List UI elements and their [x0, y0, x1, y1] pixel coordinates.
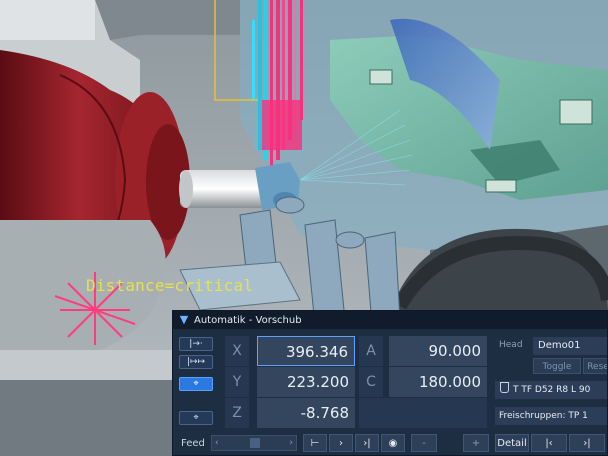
axis-z-label: Z [225, 398, 249, 428]
linear-move-button[interactable]: |→· [179, 337, 213, 351]
slider-left-arrow-icon: ‹ [215, 438, 219, 448]
operation-select[interactable]: Freischruppen: TP 1 [495, 407, 607, 425]
tool-name: T TF D52 R8 L 90 [513, 385, 591, 395]
axis-c-value[interactable]: 180.000 [389, 367, 487, 397]
axis-x-value[interactable]: 396.346 [257, 336, 355, 366]
axis-a-label: A [359, 336, 383, 366]
step-back-button[interactable]: ⊢ [303, 434, 327, 452]
workpiece-slot-2 [485, 179, 517, 193]
axis-c-label: C [359, 367, 383, 397]
axis-z-value[interactable]: -8.768 [257, 398, 355, 428]
target-icon: ⌖ [193, 413, 199, 423]
axis-y-value[interactable]: 223.200 [257, 367, 355, 397]
crosshair-mode-button[interactable]: ⌖ [179, 377, 213, 391]
minus-button[interactable]: - [411, 434, 437, 452]
crosshair-icon: ⌖ [193, 379, 199, 389]
workpiece-slot-3 [369, 69, 393, 85]
next-block-icon: ›| [583, 438, 591, 449]
next-end-icon: ›| [363, 438, 371, 449]
tool-icon [500, 382, 509, 393]
linear-move-icon: |→· [189, 339, 203, 349]
next-button[interactable]: › [329, 434, 353, 452]
workpiece-slot [559, 99, 593, 125]
toolpath-lines [252, 0, 303, 170]
step-back-icon: ⊢ [310, 438, 320, 449]
panel-title: Automatik - Vorschub [194, 314, 302, 326]
axis-a-value[interactable]: 90.000 [389, 336, 487, 366]
rapid-move-icon: |↦↦ [186, 357, 206, 367]
plus-button[interactable]: + [463, 434, 489, 452]
record-icon: ◉ [388, 438, 398, 449]
machine-housing-dark [95, 0, 240, 40]
next-end-button[interactable]: ›| [355, 434, 379, 452]
axis-y-label: Y [225, 367, 249, 397]
machine-housing-top [0, 0, 95, 40]
toggle-button[interactable]: Toggle [533, 358, 581, 374]
shaft-end [179, 170, 193, 208]
collision-warning-label: Distance=critical [86, 276, 254, 295]
automatik-panel: ▼ Automatik - Vorschub |→· |↦↦ ⌖ ⌖ X 396… [172, 310, 608, 456]
panel-titlebar[interactable]: ▼ Automatik - Vorschub [173, 311, 607, 329]
axis-x-label: X [225, 336, 249, 366]
feed-label: Feed [181, 438, 205, 449]
tool-select[interactable]: T TF D52 R8 L 90 [495, 381, 607, 399]
record-button[interactable]: ◉ [381, 434, 405, 452]
target-mode-button[interactable]: ⌖ [179, 411, 213, 425]
axis-empty-cell [359, 398, 487, 428]
rapid-move-button[interactable]: |↦↦ [179, 355, 213, 369]
app-logo-icon: ▼ [179, 313, 189, 326]
next-icon: › [339, 438, 343, 449]
feed-slider-knob[interactable] [250, 438, 261, 448]
next-block-button[interactable]: ›| [569, 434, 605, 452]
slider-right-arrow-icon: › [289, 438, 293, 448]
detail-button[interactable]: Detail [495, 434, 529, 452]
reset-button[interactable]: Rese [583, 358, 607, 374]
head-label: Head [499, 340, 523, 350]
prev-block-button[interactable]: |‹ [531, 434, 567, 452]
head-select[interactable]: Demo01 [533, 337, 607, 355]
prev-block-icon: |‹ [545, 438, 553, 449]
feed-slider[interactable]: ‹ › [211, 435, 297, 451]
